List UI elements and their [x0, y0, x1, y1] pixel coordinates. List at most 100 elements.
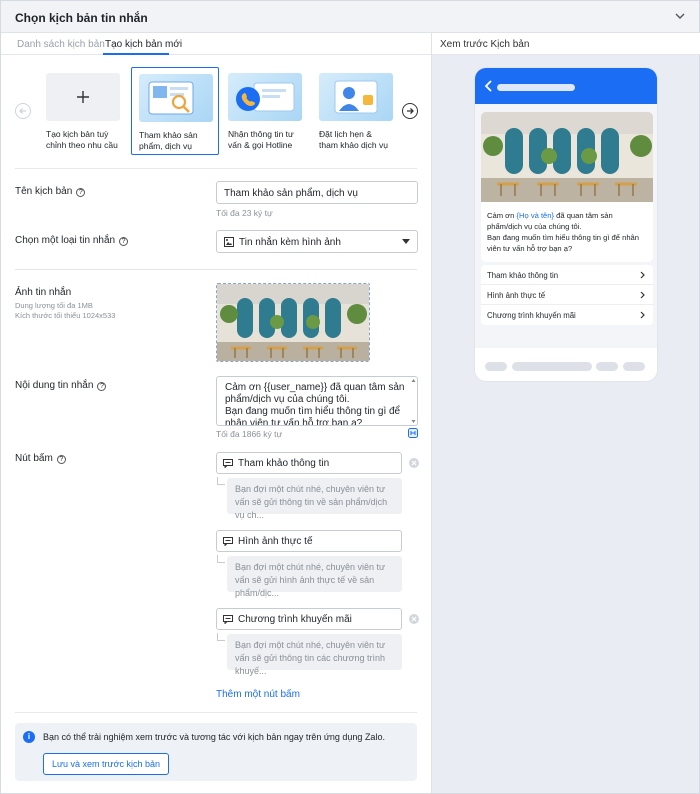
personalize-icon[interactable] — [408, 428, 418, 438]
remove-button-icon[interactable] — [409, 458, 419, 468]
help-icon[interactable]: ? — [76, 188, 86, 197]
editor-panel: Danh sách kịch bản Tạo kịch bản mới Tạo … — [1, 33, 431, 793]
template-card-label: Đặt lịch hẹn & tham khảo dịch vụ — [319, 129, 388, 150]
message-content-hint: Tối đa 1866 ký tự — [216, 429, 283, 439]
preview-title: Xem trước Kịch bản — [440, 39, 530, 50]
dialog: Chọn kịch bản tin nhắn Danh sách kịch bả… — [0, 0, 700, 794]
message-type-select[interactable]: Tin nhắn kèm hình ảnh — [216, 230, 418, 253]
preview-message-text: Cảm ơn {Họ và tên} đã quan tâm sản phẩm/… — [481, 205, 653, 259]
add-button-link[interactable]: Thêm một nút bấm — [216, 689, 300, 700]
preview-button-label: Chương trình khuyến mãi — [487, 311, 576, 320]
save-preview-button[interactable]: Lưu và xem trước kịch bản — [43, 753, 169, 775]
buttons-label: Nút bấm? — [15, 453, 66, 464]
template-card-label: Nhận thông tin tư vấn & gọi Hotline — [228, 129, 294, 150]
template-card-label: Tham khảo sản phẩm, dịch vụ — [139, 130, 198, 151]
chat-icon — [223, 537, 233, 546]
textarea-scrollbar[interactable] — [411, 378, 416, 424]
quick-button-label: Hình ảnh thực tế — [238, 536, 313, 547]
dialog-title: Chọn kịch bản tin nhắn — [15, 11, 148, 25]
remove-button-icon[interactable] — [409, 614, 419, 624]
help-icon[interactable]: ? — [119, 237, 129, 246]
preview-quick-button[interactable]: Chương trình khuyến mãi — [481, 305, 653, 325]
image-icon — [224, 237, 234, 247]
phone-input-bar — [475, 348, 657, 381]
template-card-product[interactable]: Tham khảo sản phẩm, dịch vụ — [131, 67, 219, 155]
plus-icon — [46, 73, 120, 121]
reply-connector — [217, 555, 225, 563]
placeholder-pill — [596, 362, 618, 371]
image-dimension-limit: Kích thước tối thiểu 1024x533 — [15, 311, 116, 320]
tab-create-script[interactable]: Tạo kịch bản mới — [105, 39, 182, 50]
help-icon[interactable]: ? — [56, 455, 66, 464]
divider — [15, 269, 417, 270]
preview-quick-button[interactable]: Tham khảo thông tin — [481, 265, 653, 285]
msg-text: Bạn đang muốn tìm hiểu thông tin gì để n… — [487, 233, 639, 253]
preview-button-label: Tham khảo thông tin — [487, 271, 559, 280]
message-content-value: Cảm ơn {{user_name}} đã quan tâm sản phẩ… — [225, 382, 405, 426]
quick-button-input[interactable]: Chương trình khuyến mãi — [216, 608, 402, 630]
preview-quick-button[interactable]: Hình ảnh thực tế — [481, 285, 653, 305]
cafe-photo — [217, 284, 369, 361]
placeholder-pill — [512, 362, 592, 371]
script-name-hint: Tối đa 23 ký tự — [216, 208, 273, 218]
auto-reply-text[interactable]: Bạn đợi một chút nhé, chuyên viên tư vấn… — [227, 634, 402, 676]
arrow-left-icon — [19, 108, 26, 114]
quick-button-input[interactable]: Tham khảo thông tin — [216, 452, 402, 474]
active-tab-indicator — [103, 53, 169, 55]
chevron-right-icon — [640, 311, 645, 319]
quick-button-label: Chương trình khuyến mãi — [238, 614, 352, 625]
search-product-icon — [139, 74, 213, 122]
message-image-label: Ảnh tin nhắn — [15, 287, 72, 298]
placeholder-pill — [623, 362, 645, 371]
info-text: Bạn có thể trải nghiệm xem trước và tươn… — [43, 732, 385, 742]
chat-icon — [223, 459, 233, 468]
preview-message-card: Cảm ơn {Họ và tên} đã quan tâm sản phẩm/… — [481, 112, 653, 262]
template-card-label: Tạo kịch bản tuỳ chỉnh theo nhu cầu — [46, 129, 118, 150]
divider — [15, 168, 417, 169]
caret-down-icon — [402, 239, 410, 244]
name-placeholder: {Họ và tên} — [516, 211, 555, 220]
info-icon: i — [23, 731, 35, 743]
arrow-right-icon — [407, 108, 414, 114]
script-name-input[interactable]: Tham khảo sản phẩm, dịch vụ — [216, 181, 418, 204]
placeholder-pill — [485, 362, 507, 371]
template-card-appointment[interactable]: Đặt lịch hẹn & tham khảo dịch vụ — [319, 73, 393, 151]
phone-header — [475, 68, 657, 104]
help-icon[interactable]: ? — [97, 382, 107, 391]
chevron-right-icon — [640, 271, 645, 279]
reply-connector — [217, 633, 225, 641]
chevron-down-icon[interactable] — [673, 9, 687, 23]
preview-button-label: Hình ảnh thực tế — [487, 291, 546, 300]
quick-button-label: Tham khảo thông tin — [238, 458, 330, 469]
back-arrow-icon — [484, 80, 492, 92]
carousel-next-button[interactable] — [402, 103, 418, 119]
auto-reply-text[interactable]: Bạn đợi một chút nhé, chuyên viên tư vấn… — [227, 556, 402, 598]
preview-header: Xem trước Kịch bản — [432, 33, 700, 55]
msg-text: Cảm ơn — [487, 211, 517, 220]
dialog-header: Chọn kịch bản tin nhắn — [1, 1, 699, 33]
chevron-right-icon — [640, 291, 645, 299]
message-image-upload[interactable] — [216, 283, 370, 362]
message-content-textarea[interactable]: Cảm ơn {{user_name}} đã quan tâm sản phẩ… — [216, 376, 418, 426]
message-content-label: Nội dung tin nhắn? — [15, 380, 107, 391]
script-name-label: Tên kịch bản? — [15, 186, 86, 197]
preview-cafe-photo — [481, 112, 653, 202]
phone-mockup: Cảm ơn {Họ và tên} đã quan tâm sản phẩm/… — [474, 67, 658, 382]
divider — [15, 712, 417, 713]
info-banner: i Bạn có thể trải nghiệm xem trước và tư… — [15, 723, 417, 781]
preview-panel: Xem trước Kịch bản Cảm ơn {Họ và tên} đã… — [431, 33, 700, 793]
reply-connector — [217, 477, 225, 485]
message-type-label: Chọn một loại tin nhắn? — [15, 235, 129, 246]
phone-title-placeholder — [497, 84, 575, 91]
template-card-custom[interactable]: Tạo kịch bản tuỳ chỉnh theo nhu cầu — [46, 73, 120, 151]
tab-bar: Danh sách kịch bản Tạo kịch bản mới — [1, 33, 431, 55]
auto-reply-text[interactable]: Bạn đợi một chút nhé, chuyên viên tư vấn… — [227, 478, 402, 520]
template-card-hotline[interactable]: Nhận thông tin tư vấn & gọi Hotline — [228, 73, 302, 151]
carousel-prev-button[interactable] — [15, 103, 31, 119]
image-size-limit: Dung lượng tối đa 1MB — [15, 301, 93, 310]
quick-button-input[interactable]: Hình ảnh thực tế — [216, 530, 402, 552]
chat-icon — [223, 615, 233, 624]
tab-script-list[interactable]: Danh sách kịch bản — [17, 39, 105, 50]
message-type-value: Tin nhắn kèm hình ảnh — [239, 237, 341, 248]
phone-icon — [228, 73, 302, 121]
